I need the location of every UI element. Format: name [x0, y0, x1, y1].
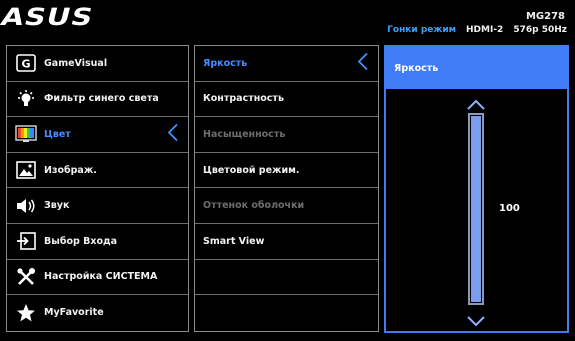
brand-logo: ASUS: [0, 3, 97, 31]
monitor-model: MG278: [525, 11, 565, 22]
chevron-down-icon[interactable]: [466, 312, 486, 331]
submenu-item-brightness[interactable]: Яркость: [195, 46, 378, 82]
menu-item-label: Фильтр синего света: [44, 93, 159, 105]
menu-item-system-setup[interactable]: Настройка СИСТЕМА: [7, 260, 188, 296]
submenu-item-color-mode[interactable]: Цветовой режим.: [195, 153, 378, 189]
submenu-item-empty: [195, 260, 378, 296]
svg-text:G: G: [21, 58, 30, 71]
menu-item-sound[interactable]: Звук: [7, 188, 188, 224]
submenu-item-label: Цветовой режим.: [203, 164, 300, 176]
image-icon: [15, 160, 37, 180]
input-select-icon: [15, 231, 37, 251]
submenu-item-contrast[interactable]: Контрастность: [195, 82, 378, 118]
menu-item-image[interactable]: Изображ.: [7, 153, 188, 189]
menu-item-label: Цвет: [44, 128, 71, 140]
slider-value: 100: [499, 203, 520, 214]
slider-area: 100: [386, 89, 567, 331]
input-status: HDMI-2: [466, 25, 504, 35]
panel-title: Яркость: [386, 47, 567, 89]
menu-item-label: GameVisual: [44, 57, 108, 69]
chevron-left-icon: [357, 53, 368, 74]
submenu-item-label: Яркость: [203, 57, 248, 69]
submenu-item-label: Smart View: [203, 235, 265, 247]
menu-item-blue-light-filter[interactable]: Фильтр синего света: [7, 82, 188, 118]
game-mode-status: Гонки режим: [387, 25, 457, 35]
menu-item-input-select[interactable]: Выбор Входа: [7, 224, 188, 260]
submenu-item-smart-view[interactable]: Smart View: [195, 224, 378, 260]
star-icon: [15, 303, 37, 323]
submenu-item-empty: [195, 295, 378, 331]
menu-item-label: MyFavorite: [44, 307, 104, 319]
gamevisual-icon: G: [15, 53, 37, 73]
menu-item-label: Выбор Входа: [44, 235, 118, 247]
main-menu: G GameVisual Фильтр синего света Цвет Из…: [6, 45, 189, 332]
resolution-status: 576p 50Hz: [513, 25, 567, 35]
sub-menu: Яркость Контрастность Насыщенность Цвето…: [194, 45, 379, 332]
status-bar: Гонки режим HDMI-2 576p 50Hz: [387, 25, 567, 35]
brightness-slider[interactable]: [468, 113, 484, 305]
brightness-panel: Яркость 100: [384, 45, 569, 333]
menu-item-gamevisual[interactable]: G GameVisual: [7, 46, 188, 82]
color-palette-icon: [15, 124, 37, 144]
submenu-item-skin-tone: Оттенок оболочки: [195, 188, 378, 224]
monitor-osd: ASUS MG278 Гонки режим HDMI-2 576p 50Hz …: [0, 0, 575, 341]
menu-item-color[interactable]: Цвет: [7, 117, 188, 153]
menu-item-label: Изображ.: [44, 164, 97, 176]
submenu-item-label: Оттенок оболочки: [203, 200, 305, 212]
tools-icon: [15, 267, 37, 287]
bulb-icon: [15, 89, 37, 109]
chevron-left-icon: [167, 124, 178, 145]
menu-item-label: Звук: [44, 200, 70, 212]
speaker-icon: [15, 196, 37, 216]
submenu-item-label: Насыщенность: [203, 128, 286, 140]
menu-item-myfavorite[interactable]: MyFavorite: [7, 295, 188, 331]
submenu-item-saturation: Насыщенность: [195, 117, 378, 153]
menu-item-label: Настройка СИСТЕМА: [44, 271, 158, 283]
slider-fill: [471, 116, 481, 302]
submenu-item-label: Контрастность: [203, 93, 284, 105]
